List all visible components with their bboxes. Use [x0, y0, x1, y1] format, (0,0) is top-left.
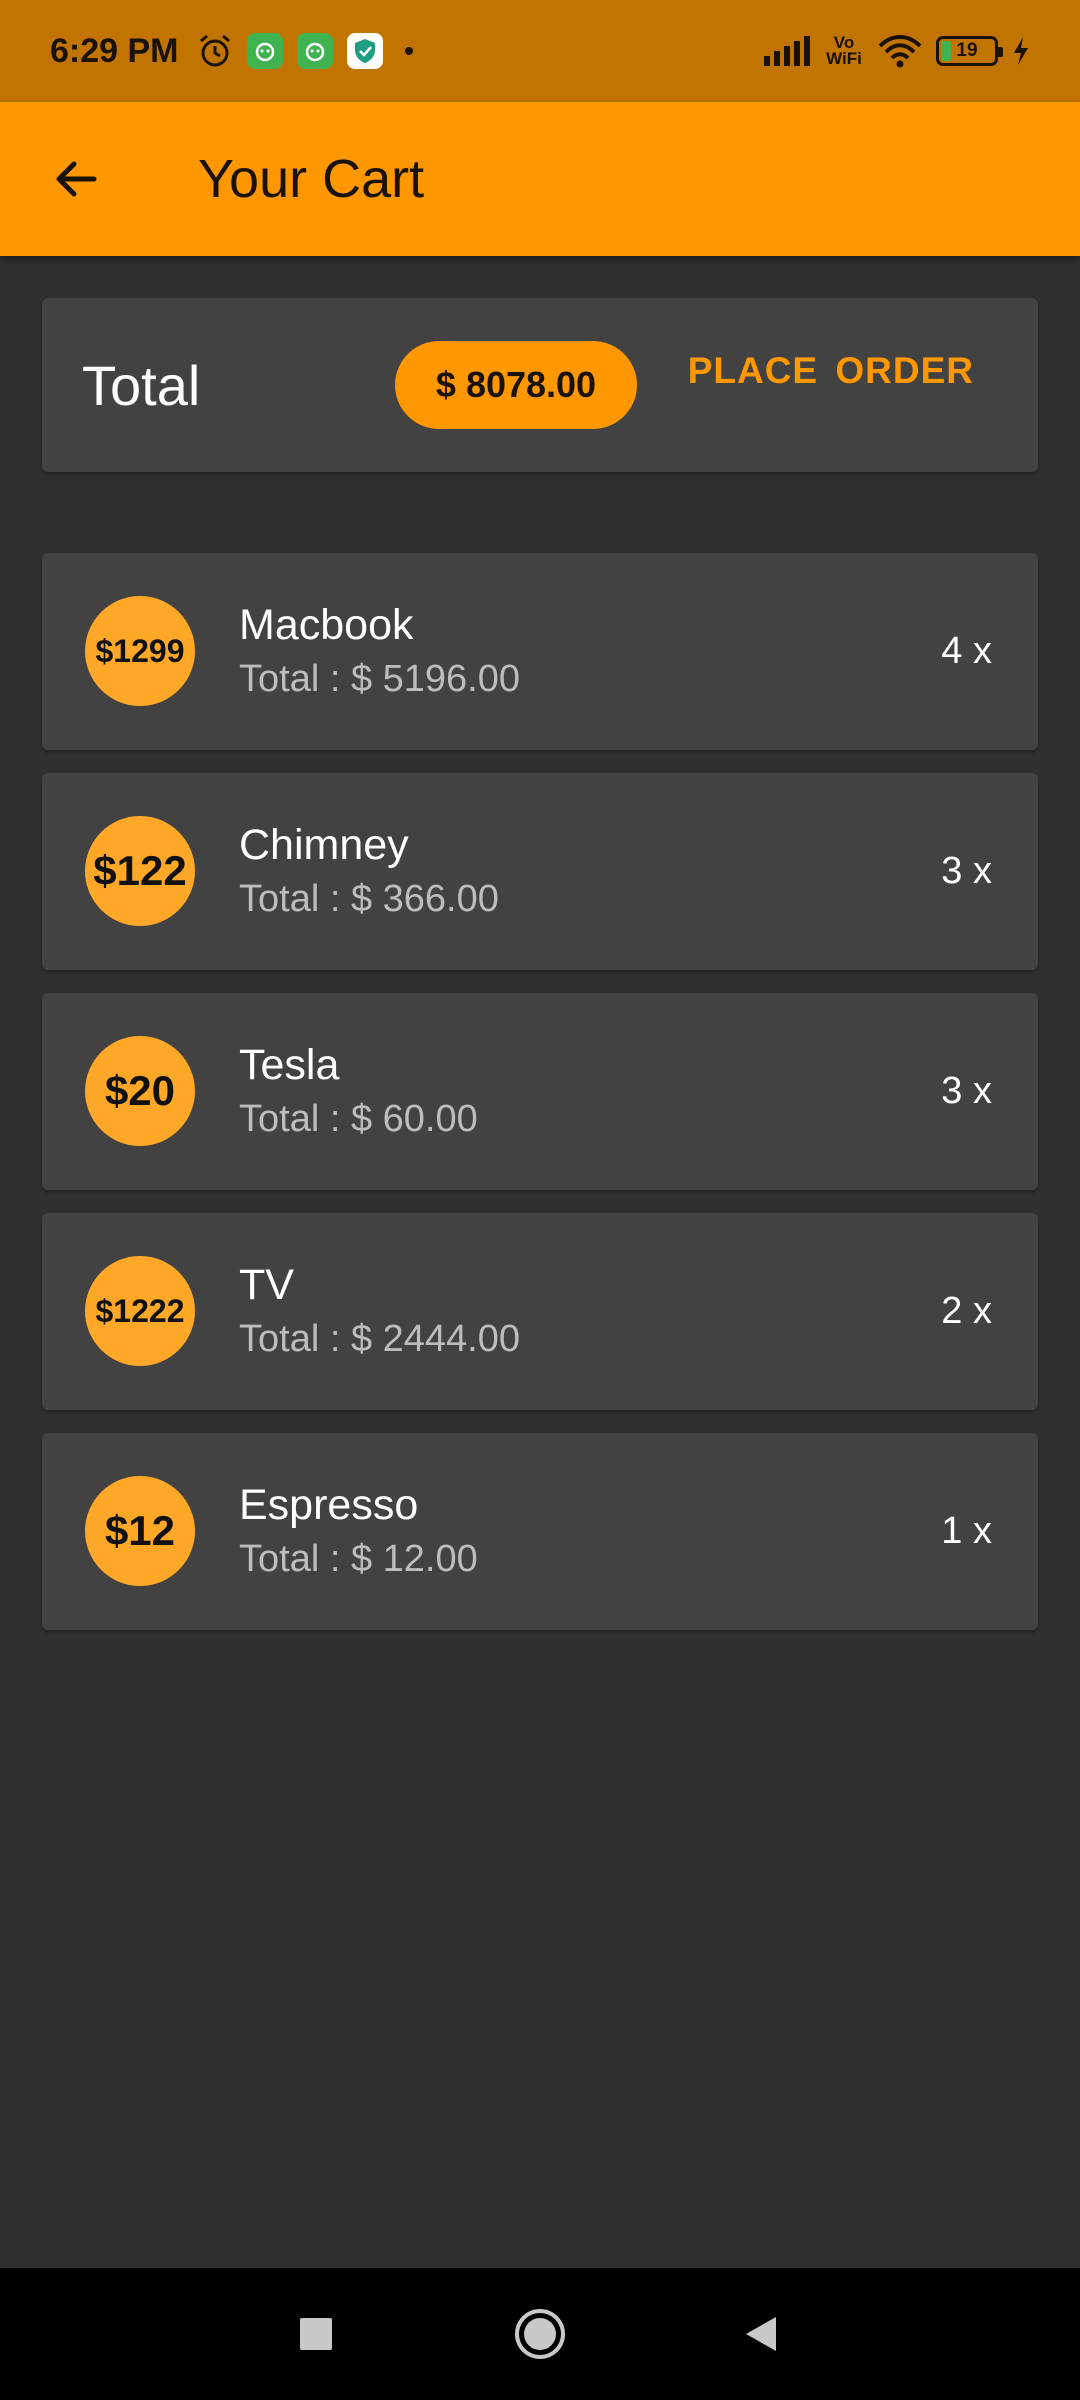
- item-name: Chimney: [239, 821, 409, 869]
- vowifi-label: Vo WiFi: [826, 33, 862, 68]
- total-amount-chip: $ 8078.00: [395, 341, 637, 429]
- wifi-icon: [878, 35, 922, 68]
- price-badge: $1299: [85, 596, 195, 706]
- item-name: TV: [239, 1261, 294, 1309]
- status-system-icons: Vo WiFi 19: [764, 34, 1030, 68]
- item-quantity: 1 x: [941, 1510, 992, 1552]
- home-button[interactable]: [510, 2304, 570, 2364]
- item-quantity: 3 x: [941, 850, 992, 892]
- cart-item-list: $1299 Macbook Total : $ 5196.00 4 x $122…: [42, 553, 1038, 1653]
- page-title: Your Cart: [198, 149, 425, 209]
- item-name: Macbook: [239, 601, 414, 649]
- item-total: Total : $ 2444.00: [239, 1318, 520, 1360]
- home-circle-icon: [515, 2309, 565, 2359]
- app-notification-icon: [296, 33, 333, 69]
- item-total: Total : $ 366.00: [239, 878, 499, 920]
- status-time: 6:29 PM: [50, 31, 179, 70]
- more-notifications-dot: [404, 47, 413, 55]
- recents-button[interactable]: [294, 2312, 338, 2356]
- item-total: Total : $ 60.00: [239, 1098, 478, 1140]
- cart-item[interactable]: $12 Espresso Total : $ 12.00 1 x: [42, 1433, 1038, 1630]
- back-button[interactable]: [36, 139, 116, 219]
- item-quantity: 2 x: [941, 1290, 992, 1332]
- signal-icon: [764, 36, 810, 66]
- battery-level: 19: [956, 40, 978, 61]
- cart-item[interactable]: $1222 TV Total : $ 2444.00 2 x: [42, 1213, 1038, 1410]
- item-name: Espresso: [239, 1481, 419, 1529]
- total-label: Total: [82, 353, 201, 417]
- battery-icon: 19: [936, 36, 1003, 66]
- back-triangle-icon: [746, 2317, 776, 2351]
- alarm-icon: [199, 34, 230, 67]
- status-notification-icons: [197, 33, 413, 69]
- cart-item[interactable]: $1299 Macbook Total : $ 5196.00 4 x: [42, 553, 1038, 750]
- cart-item[interactable]: $122 Chimney Total : $ 366.00 3 x: [42, 773, 1038, 970]
- recents-square-icon: [300, 2318, 332, 2350]
- system-nav-bar: [0, 2268, 1080, 2400]
- back-nav-button[interactable]: [740, 2312, 784, 2356]
- app-bar: Your Cart: [0, 102, 1080, 256]
- item-name: Tesla: [239, 1041, 340, 1089]
- item-quantity: 4 x: [941, 630, 992, 672]
- app-notification-icon: [246, 33, 283, 69]
- status-bar: 6:29 PM Vo WiFi 19: [0, 0, 1080, 102]
- shield-icon: [346, 33, 383, 69]
- cart-item[interactable]: $20 Tesla Total : $ 60.00 3 x: [42, 993, 1038, 1190]
- arrow-left-icon: [56, 161, 97, 197]
- cart-total-card: Total $ 8078.00 PLACE ORDER: [42, 298, 1038, 472]
- price-badge: $20: [85, 1036, 195, 1146]
- price-badge: $12: [85, 1476, 195, 1586]
- price-badge: $122: [85, 816, 195, 926]
- item-total: Total : $ 5196.00: [239, 658, 520, 700]
- price-badge: $1222: [85, 1256, 195, 1366]
- item-quantity: 3 x: [941, 1070, 992, 1112]
- item-total: Total : $ 12.00: [239, 1538, 478, 1580]
- place-order-button[interactable]: PLACE ORDER: [688, 350, 974, 392]
- charging-icon: [1014, 37, 1028, 65]
